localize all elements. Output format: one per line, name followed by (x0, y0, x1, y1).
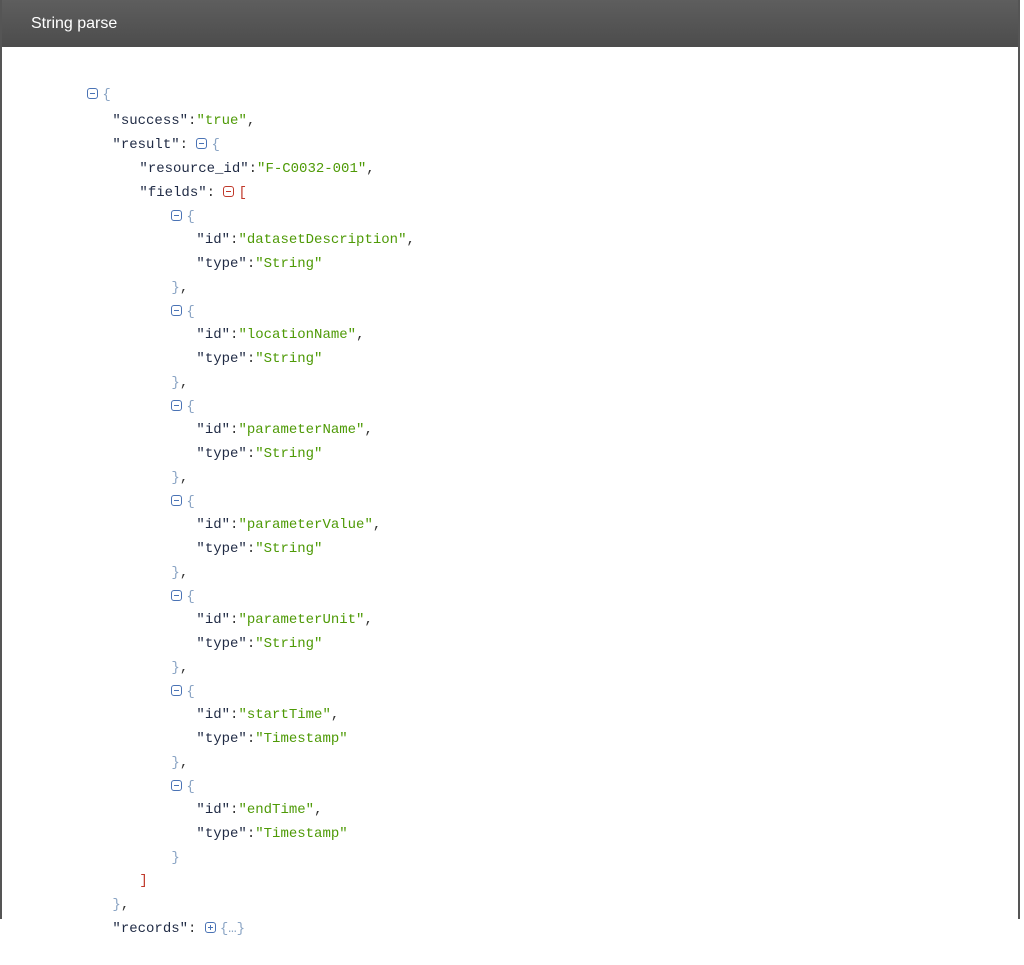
result-object-close: }, (112, 897, 130, 913)
json-key: "type" (196, 351, 247, 367)
field-object-close: }, (171, 755, 189, 771)
json-key: "records" (112, 921, 189, 937)
json-string-value: "String" (255, 446, 323, 462)
json-string-value: "String" (255, 636, 323, 652)
field-object-close: }, (171, 470, 189, 486)
field-type-line: "type":"String" (196, 446, 323, 462)
field-object-close: }, (171, 280, 189, 296)
json-key: "type" (196, 256, 247, 272)
field-type-line: "type":"String" (196, 256, 323, 272)
field-id-line: "id":"parameterValue", (196, 517, 382, 533)
field-object-open: { (121, 466, 195, 510)
json-key: "type" (196, 636, 247, 652)
field-id-line: "id":"datasetDescription", (196, 232, 415, 248)
json-line-records: "records": {…} (112, 921, 246, 937)
json-viewer-panel: String parse { "success":"true", "result… (0, 0, 1020, 937)
json-key: "type" (196, 446, 247, 462)
field-object-open: { (121, 276, 195, 320)
collapsed-placeholder[interactable]: … (228, 921, 236, 937)
field-object-open: { (121, 561, 195, 605)
expand-toggle-icon[interactable] (204, 922, 216, 933)
field-id-line: "id":"endTime", (196, 802, 323, 818)
json-string-value: "String" (255, 256, 323, 272)
collapse-toggle-icon[interactable] (223, 186, 235, 197)
field-object-open: { (121, 751, 195, 795)
json-key: "type" (196, 826, 247, 842)
field-type-line: "type":"String" (196, 636, 323, 652)
json-key: "type" (196, 731, 247, 747)
field-id-line: "id":"parameterName", (196, 422, 373, 438)
field-type-line: "type":"String" (196, 541, 323, 557)
json-string-value: "Timestamp" (255, 826, 348, 842)
field-object-close: }, (171, 375, 189, 391)
json-key: "type" (196, 541, 247, 557)
json-string-value: "String" (255, 351, 323, 367)
window-title: String parse (31, 14, 118, 32)
field-type-line: "type":"String" (196, 351, 323, 367)
json-line-resource-id: "resource_id":"F-C0032-001", (139, 161, 375, 177)
field-object-open: { (121, 181, 195, 225)
open-bracket: [ (238, 185, 247, 201)
field-type-line: "type":"Timestamp" (196, 826, 348, 842)
json-line-success: "success":"true", (112, 113, 256, 129)
field-object-close: } (171, 850, 180, 866)
field-id-line: "id":"parameterUnit", (196, 612, 373, 628)
field-id-line: "id":"startTime", (196, 707, 340, 723)
json-tree: { "success":"true", "result": { "resourc… (2, 47, 1018, 937)
fields-array-close: ] (139, 873, 148, 889)
field-object-open: { (121, 656, 195, 700)
field-id-line: "id":"locationName", (196, 327, 365, 343)
json-string-value: "String" (255, 541, 323, 557)
field-object-open: { (121, 371, 195, 415)
field-type-line: "type":"Timestamp" (196, 731, 348, 747)
json-string-value: "Timestamp" (255, 731, 348, 747)
json-string-value: "F-C0032-001" (257, 161, 367, 177)
json-line-fields: "fields": [ (139, 185, 247, 201)
window-title-bar: String parse (2, 0, 1018, 47)
json-root-line: { (37, 59, 111, 103)
json-line-result: "result": { (112, 137, 220, 153)
field-object-close: }, (171, 565, 189, 581)
field-object-close: }, (171, 660, 189, 676)
